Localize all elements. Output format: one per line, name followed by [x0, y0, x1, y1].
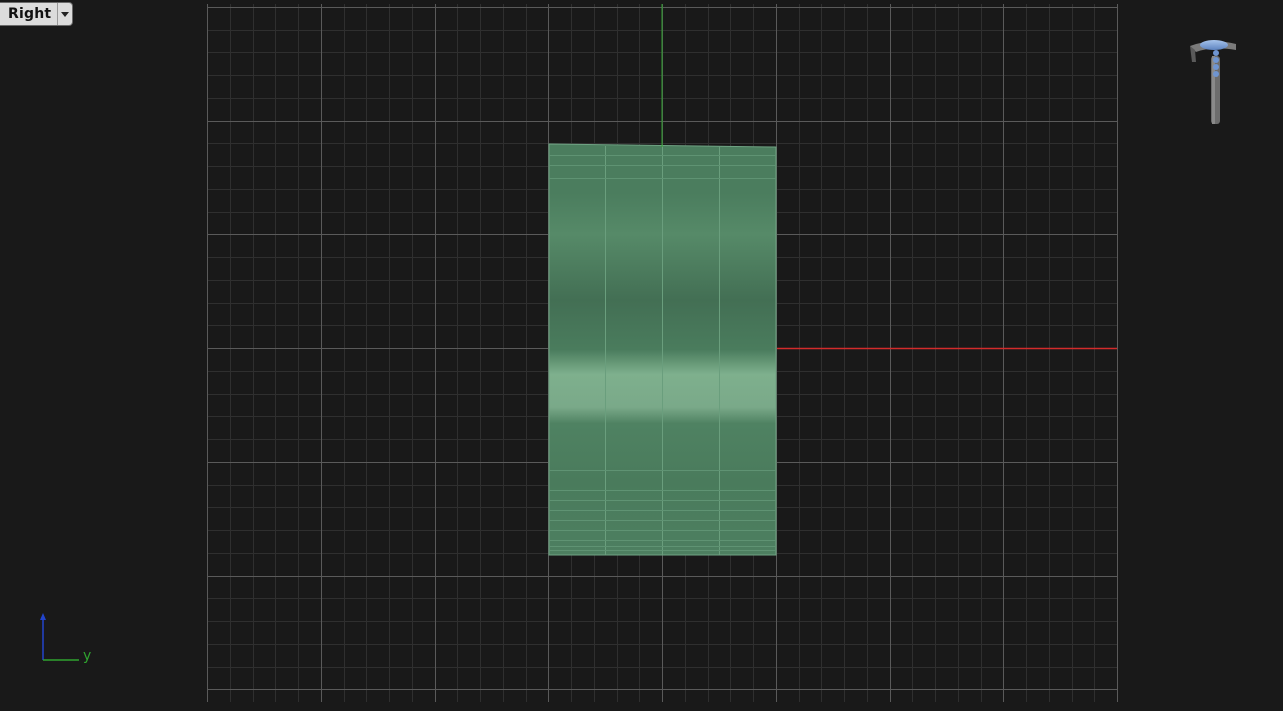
chevron-down-icon[interactable] [57, 3, 72, 25]
corner-axis-y-label: y [83, 648, 91, 664]
viewport-right[interactable]: y Right [0, 0, 1283, 706]
corner-axis-z-arrow [40, 613, 46, 620]
mesh-object[interactable] [548, 143, 777, 556]
view-label[interactable]: Right [0, 3, 73, 25]
view-name[interactable]: Right [0, 3, 57, 25]
viewport-canvas[interactable]: y [0, 0, 1283, 706]
view-navigation-gizmo-icon[interactable] [1190, 40, 1236, 124]
corner-axis-indicator: y [40, 613, 91, 664]
